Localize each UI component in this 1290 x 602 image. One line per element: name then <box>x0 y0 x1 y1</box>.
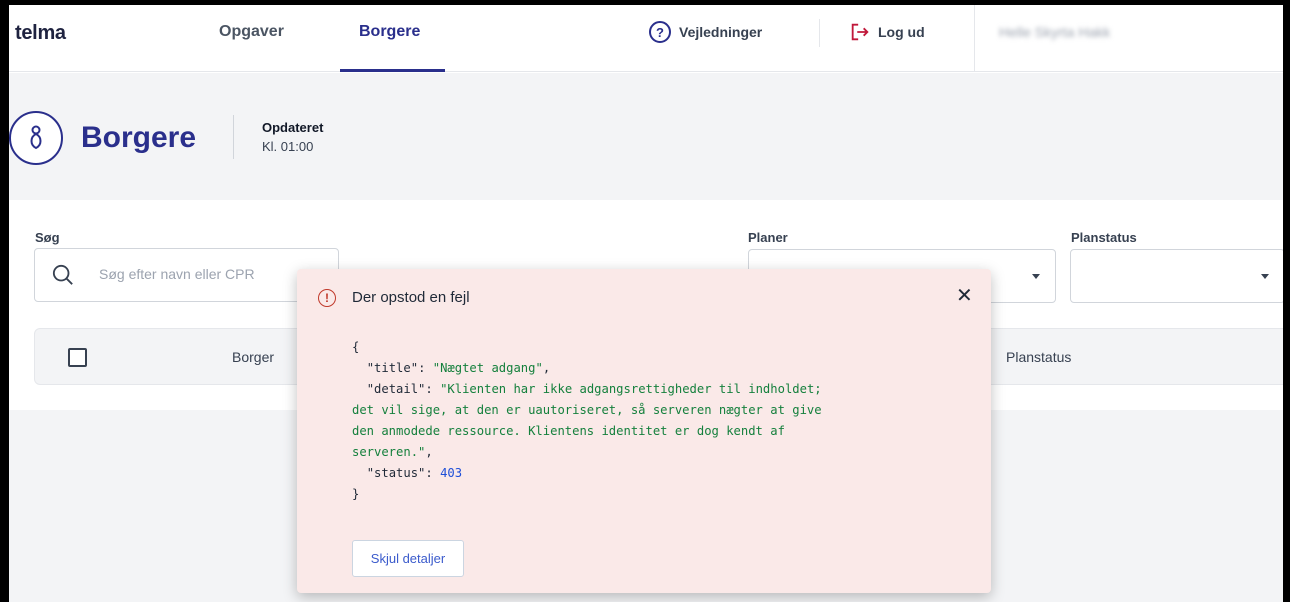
nav-divider <box>819 19 820 47</box>
hide-details-button[interactable]: Skjul detaljer <box>352 540 464 577</box>
search-input[interactable]: Søg efter navn eller CPR <box>34 248 339 302</box>
page-title: Borgere <box>81 121 197 154</box>
app-window: telma Opgaver Borgere ? Vejledninger Log… <box>9 5 1283 602</box>
search-placeholder: Søg efter navn eller CPR <box>99 266 255 282</box>
chevron-down-icon <box>1261 274 1269 279</box>
help-label: Vejledninger <box>679 24 763 40</box>
logout-icon <box>851 23 869 41</box>
nav-divider-user <box>974 5 975 72</box>
error-details: { "title": "Nægtet adgang", "detail": "K… <box>352 340 822 501</box>
error-icon: ! <box>318 289 336 307</box>
user-name[interactable]: Helle Skyrta Hakk <box>999 24 1110 40</box>
close-icon[interactable]: ✕ <box>956 286 973 306</box>
search-label: Søg <box>35 230 60 245</box>
column-header-planstatus[interactable]: Planstatus <box>1006 349 1071 365</box>
select-all-checkbox[interactable] <box>68 348 87 367</box>
app-logo[interactable]: telma <box>15 22 66 45</box>
column-header-borger[interactable]: Borger <box>232 349 274 365</box>
error-dialog: ! Der opstod en fejl ✕ { "title": "Nægte… <box>297 269 991 593</box>
citizen-icon <box>9 111 63 165</box>
question-icon: ? <box>649 21 671 43</box>
nav-tab-borgere[interactable]: Borgere <box>359 23 420 41</box>
updated-label: Opdateret <box>262 120 324 135</box>
header-divider <box>233 115 234 159</box>
logout-button[interactable]: Log ud <box>849 21 925 43</box>
active-tab-indicator <box>340 69 445 72</box>
top-navigation: telma Opgaver Borgere ? Vejledninger Log… <box>9 5 1283 72</box>
help-link[interactable]: ? Vejledninger <box>649 21 762 43</box>
search-icon <box>52 264 73 285</box>
nav-tab-opgaver[interactable]: Opgaver <box>219 23 284 41</box>
logout-label: Log ud <box>878 24 925 40</box>
planstatus-label: Planstatus <box>1071 230 1137 245</box>
chevron-down-icon <box>1032 274 1040 279</box>
updated-time: Kl. 01:00 <box>262 139 314 154</box>
planstatus-select[interactable] <box>1070 249 1283 303</box>
planer-label: Planer <box>748 230 788 245</box>
page-header: Borgere Opdateret Kl. 01:00 <box>9 73 1283 200</box>
error-title: Der opstod en fejl <box>352 289 470 306</box>
